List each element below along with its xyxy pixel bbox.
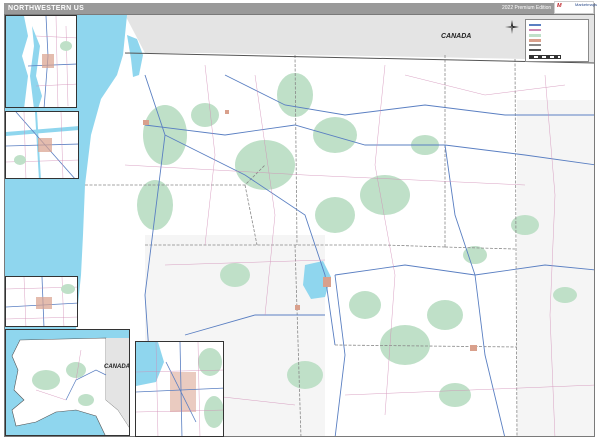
map-page: NORTHWESTERN US 2022 Premium Edition M M… [0,0,600,439]
legend-row [529,33,587,37]
legend-row [529,23,587,27]
inset-map-seattle[interactable] [5,15,77,108]
legend-swatch [529,29,541,31]
legend-swatch [529,24,541,26]
inset-map-portland[interactable] [5,111,79,179]
inset-map-seattle-canvas [6,16,76,107]
legend-swatch [529,49,541,51]
map-title: NORTHWESTERN US [8,5,85,12]
legend-row [529,38,587,42]
legend-swatch [529,44,541,46]
inset-map-boise[interactable] [5,276,78,327]
inset-map-alaska[interactable]: CANADA [5,329,130,436]
inset-map-alaska-canvas [6,330,129,435]
alaska-canada-label: CANADA [104,364,130,370]
brand-logo-text: Marketmaps [575,2,598,7]
inset-map-boise-canvas [6,277,77,326]
legend-scale-bar [529,54,587,59]
compass-rose-icon [505,20,519,34]
title-bar: NORTHWESTERN US 2022 Premium Edition [4,3,595,14]
legend-row [529,43,587,47]
legend-row [529,48,587,52]
legend-swatch [529,34,541,37]
inset-map-salt-lake-city-canvas [136,342,223,436]
edition-label: 2022 Premium Edition [502,5,552,11]
canada-label: CANADA [441,33,472,40]
inset-map-portland-canvas [6,112,78,178]
brand-logo-mark: M [557,3,562,9]
brand-logo: M Marketmaps [554,1,598,14]
legend-swatch [529,39,541,42]
map-legend [525,19,589,62]
legend-row [529,28,587,32]
scale-bar [529,55,561,59]
inset-map-salt-lake-city[interactable] [135,341,224,437]
